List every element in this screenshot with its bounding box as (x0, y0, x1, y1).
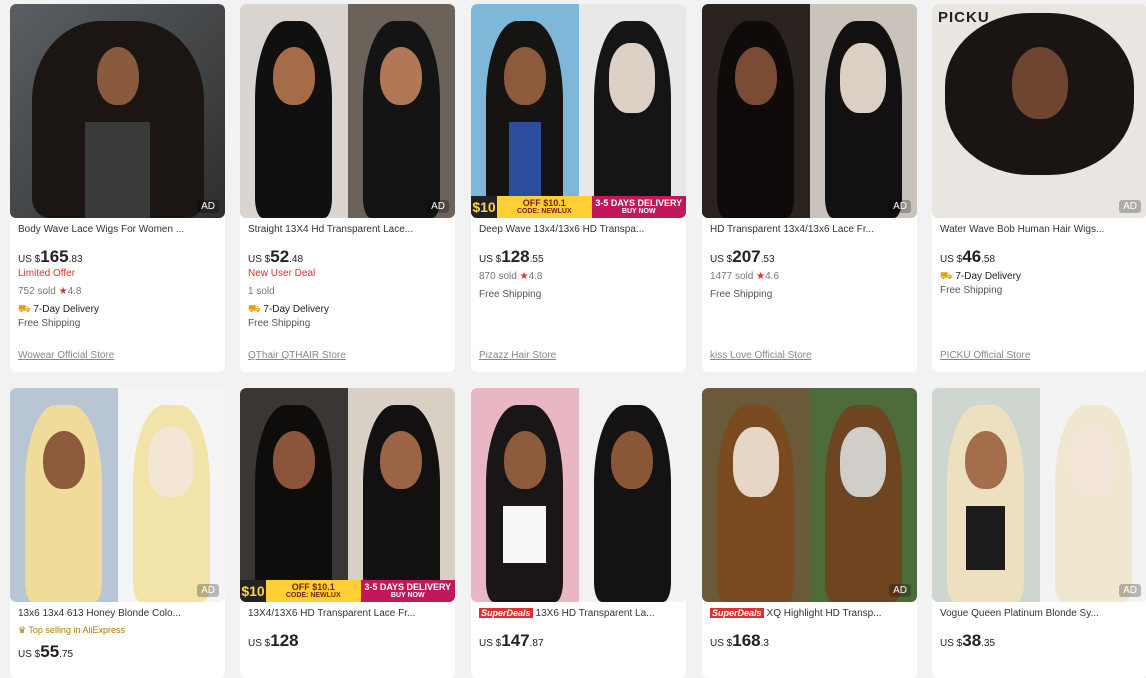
product-grid: AD Body Wave Lace Wigs For Women ... US … (0, 0, 1146, 678)
product-price: US $147.87 (479, 631, 544, 650)
model-face (611, 430, 654, 489)
product-card[interactable]: $10 OFF $10.1 CODE: NEWLUX 3-5 DAYS DELIV… (471, 4, 686, 372)
mannequin-head (840, 42, 887, 113)
crown-icon: ♛ (18, 625, 27, 635)
model-face (734, 46, 777, 105)
delivery-label: ⛟ 7-Day Delivery (18, 304, 99, 315)
product-image[interactable]: $10 OFF $10.1 CODE: NEWLUX 3-5 DAYS DELIV… (471, 4, 686, 218)
mannequin-head (840, 426, 887, 497)
product-price: US $46.58 (940, 247, 996, 266)
product-card[interactable]: SuperDeals 13X6 HD Transparent La... US $… (471, 388, 686, 678)
superdeals-badge: SuperDeals (479, 608, 533, 618)
model-face (503, 46, 546, 105)
top-selling-tag: ♛ Top selling in AliExpress (18, 625, 125, 635)
product-image[interactable]: AD (702, 4, 917, 218)
product-card[interactable]: AD Vogue Queen Platinum Blonde Sy... US … (932, 388, 1146, 678)
product-title[interactable]: 13x6 13x4 613 Honey Blonde Colo... (18, 608, 217, 622)
model-face (1011, 46, 1068, 119)
delivery-label: ⛟ 7-Day Delivery (248, 304, 329, 315)
delivery-label: ⛟ 7-Day Delivery (940, 271, 1021, 282)
delivery-truck-icon: ⛟ (248, 304, 261, 315)
product-title[interactable]: HD Transparent 13x4/13x6 Lace Fr... (710, 224, 909, 238)
product-price: US $55.75 (18, 642, 74, 661)
mannequin-head (732, 426, 779, 497)
store-link[interactable]: kiss Love Official Store (710, 350, 812, 361)
product-image[interactable] (471, 388, 686, 602)
shipping-label: Free Shipping (18, 318, 81, 329)
product-price: US $207.53 (710, 247, 775, 266)
product-card[interactable]: AD SuperDeals XQ Highlight HD Transp... U… (702, 388, 917, 678)
product-card[interactable]: AD 13x6 13x4 613 Honey Blonde Colo... ♛ … (10, 388, 225, 678)
offer-label: Limited Offer (18, 268, 76, 279)
ad-label: AD (889, 200, 911, 213)
model-face (272, 430, 315, 489)
store-link[interactable]: Wowear Official Store (18, 350, 114, 361)
product-card[interactable]: AD Straight 13X4 Hd Transparent Lace... … (240, 4, 455, 372)
product-card[interactable]: $10 OFF $10.1 CODE: NEWLUX 3-5 DAYS DELIV… (240, 388, 455, 678)
model-face (42, 430, 85, 489)
product-price: US $38.35 (940, 631, 996, 650)
star-icon: ★ (756, 271, 766, 282)
sold-count: 870 sold ★4.8 (479, 271, 543, 282)
product-title[interactable]: Vogue Queen Platinum Blonde Sy... (940, 608, 1139, 622)
product-card[interactable]: AD HD Transparent 13x4/13x6 Lace Fr... U… (702, 4, 917, 372)
store-link[interactable]: PICKU Official Store (940, 350, 1030, 361)
product-price: US $52.48 (248, 247, 304, 266)
product-price: US $128.55 (479, 247, 544, 266)
product-title[interactable]: Deep Wave 13x4/13x6 HD Transpa... (479, 224, 678, 238)
ad-label: AD (197, 200, 219, 213)
mannequin-head (148, 426, 195, 497)
product-card[interactable]: AD Body Wave Lace Wigs For Women ... US … (10, 4, 225, 372)
star-icon: ★ (58, 286, 68, 297)
ad-label: AD (197, 584, 219, 597)
product-title[interactable]: SuperDeals XQ Highlight HD Transp... (710, 608, 909, 622)
model-face (380, 430, 423, 489)
ad-label: AD (1119, 584, 1141, 597)
product-image[interactable]: AD (932, 388, 1146, 602)
superdeals-badge: SuperDeals (710, 608, 764, 618)
sold-count: 752 sold ★4.8 (18, 286, 82, 297)
mannequin-head (609, 42, 656, 113)
product-title[interactable]: SuperDeals 13X6 HD Transparent La... (479, 608, 678, 622)
promo-banner: $10 OFF $10.1 CODE: NEWLUX 3-5 DAYS DELIV… (471, 196, 686, 218)
product-image[interactable]: AD (702, 388, 917, 602)
delivery-truck-icon: ⛟ (940, 271, 953, 282)
shipping-label: Free Shipping (940, 285, 1003, 296)
product-image[interactable]: AD (240, 4, 455, 218)
model-face (964, 430, 1007, 489)
shipping-label: Free Shipping (248, 318, 311, 329)
product-image[interactable]: AD (10, 388, 225, 602)
shipping-label: Free Shipping (479, 289, 542, 300)
product-image[interactable]: AD (10, 4, 225, 218)
product-image[interactable]: PICKU AD (932, 4, 1146, 218)
mannequin-head (1070, 426, 1117, 497)
product-title[interactable]: Body Wave Lace Wigs For Women ... (18, 224, 217, 238)
star-icon: ★ (519, 271, 529, 282)
store-link[interactable]: Pizazz Hair Store (479, 350, 556, 361)
delivery-truck-icon: ⛟ (18, 304, 31, 315)
model-face (380, 46, 423, 105)
product-price: US $165.83 (18, 247, 83, 266)
product-title[interactable]: Water Wave Bob Human Hair Wigs... (940, 224, 1139, 238)
ad-label: AD (889, 584, 911, 597)
model-face (96, 46, 139, 105)
product-card[interactable]: PICKU AD Water Wave Bob Human Hair Wigs.… (932, 4, 1146, 372)
product-image[interactable]: $10 OFF $10.1 CODE: NEWLUX 3-5 DAYS DELIV… (240, 388, 455, 602)
sold-count: 1 sold (248, 286, 275, 297)
product-price: US $128 (248, 631, 299, 650)
offer-label: New User Deal (248, 268, 316, 279)
product-title[interactable]: Straight 13X4 Hd Transparent Lace... (248, 224, 447, 238)
ad-label: AD (427, 200, 449, 213)
sold-count: 1477 sold ★4.6 (710, 271, 780, 282)
promo-banner: $10 OFF $10.1 CODE: NEWLUX 3-5 DAYS DELIV… (240, 580, 455, 602)
product-title[interactable]: 13X4/13X6 HD Transparent Lace Fr... (248, 608, 447, 622)
model-face (272, 46, 315, 105)
brand-logo: PICKU (938, 9, 990, 26)
ad-label: AD (1119, 200, 1141, 213)
model-face (503, 430, 546, 489)
product-price: US $168.3 (710, 631, 769, 650)
store-link[interactable]: QThair QTHAIR Store (248, 350, 346, 361)
shipping-label: Free Shipping (710, 289, 773, 300)
